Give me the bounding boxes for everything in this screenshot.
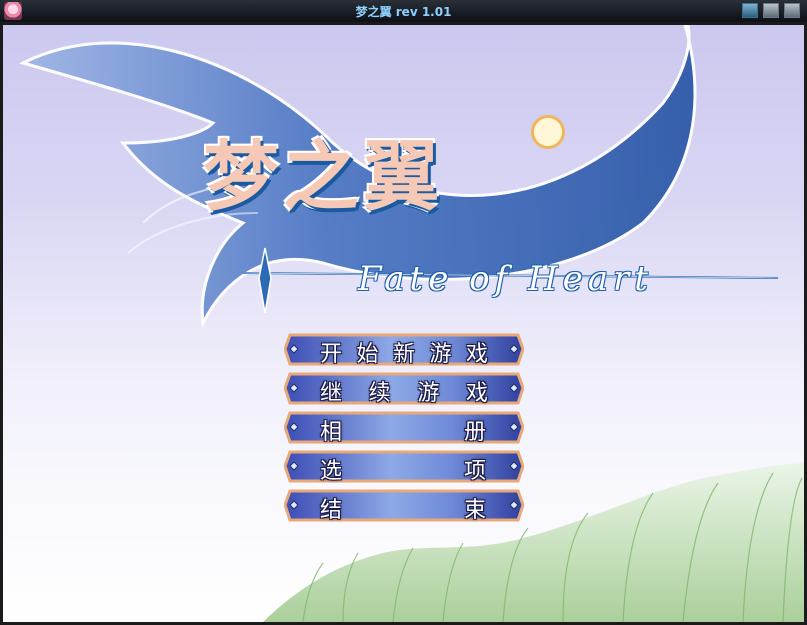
options-label-right: 项 [463,459,488,484]
label-char: 始 [356,342,381,367]
exit-label-left: 结 [320,498,345,523]
wing-ornament-icon [531,115,565,149]
label-char: 新 [392,342,417,367]
label-char: 游 [429,342,454,367]
label-char: 继 [320,381,345,406]
album-label-left: 相 [320,420,345,445]
game-window: 梦之翼 rev 1.01 梦之翼 Fate of Heart 开 始 新 游 戏… [0,0,807,625]
window-title: 梦之翼 rev 1.01 [355,5,452,19]
exit-button[interactable]: 结 束 [284,488,524,523]
continue-game-label: 继 续 游 戏 [320,375,490,407]
logo-english-title: Fate of Heart [358,259,653,299]
minimize-button[interactable] [742,3,758,18]
logo-chinese-title: 梦之翼 [203,132,443,221]
close-button[interactable] [784,3,800,18]
label-char: 游 [417,381,442,406]
title-artwork [18,23,804,622]
options-label-left: 选 [320,459,345,484]
label-char: 戏 [465,342,490,367]
options-button[interactable]: 选 项 [284,449,524,484]
title-bar[interactable]: 梦之翼 rev 1.01 [0,0,807,23]
label-char: 戏 [465,381,490,406]
album-label-right: 册 [463,420,488,445]
main-menu: 开 始 新 游 戏 继 续 游 戏 相 册 选 项 结 束 [284,332,524,527]
album-button[interactable]: 相 册 [284,410,524,445]
new-game-button[interactable]: 开 始 新 游 戏 [284,332,524,367]
new-game-label: 开 始 新 游 戏 [320,336,490,368]
exit-label-right: 束 [463,498,488,523]
continue-game-button[interactable]: 继 续 游 戏 [284,371,524,406]
maximize-button[interactable] [763,3,779,18]
label-char: 续 [368,381,393,406]
title-screen: 梦之翼 Fate of Heart 开 始 新 游 戏 继 续 游 戏 相 册 … [3,23,804,622]
label-char: 开 [320,342,345,367]
